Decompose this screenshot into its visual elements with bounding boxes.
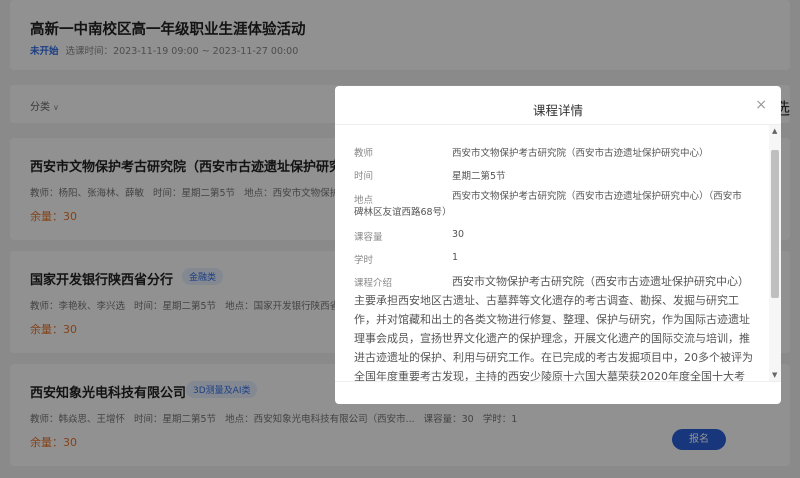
detail-key: 时间 [354,171,374,182]
scrollbar-thumb[interactable] [771,150,779,298]
course-intro-text: 西安市文物保护考古研究院（西安市古迹遗址保护研究中心）主要承担西安地区古遗址、古… [354,275,753,381]
detail-value: 1 [452,252,459,263]
detail-key: 课容量 [354,232,383,243]
detail-key: 学时 [354,255,374,266]
modal-title: 课程详情 [532,103,583,118]
detail-key: 教师 [354,148,374,159]
detail-value: 西安市文物保护考古研究院（西安市古迹遗址保护研究中心） [452,148,709,159]
scrollbar[interactable]: ▲ ▼ [769,125,781,381]
course-detail-modal: 课程详情 × 教师 西安市文物保护考古研究院（西安市古迹遗址保护研究中心） 时间… [335,86,781,404]
detail-value: 西安市文物保护考古研究院（西安市古迹遗址保护研究中心）（西安市碑林区友谊西路68… [354,191,742,218]
modal-body: 教师 西安市文物保护考古研究院（西安市古迹遗址保护研究中心） 时间 星期二第5节… [335,125,769,381]
close-icon[interactable]: × [755,97,767,113]
divider [335,381,781,382]
scroll-up-arrow-icon[interactable]: ▲ [772,127,777,135]
detail-value: 星期二第5节 [452,171,506,182]
scroll-down-arrow-icon[interactable]: ▼ [772,371,777,379]
detail-value: 30 [452,229,465,240]
